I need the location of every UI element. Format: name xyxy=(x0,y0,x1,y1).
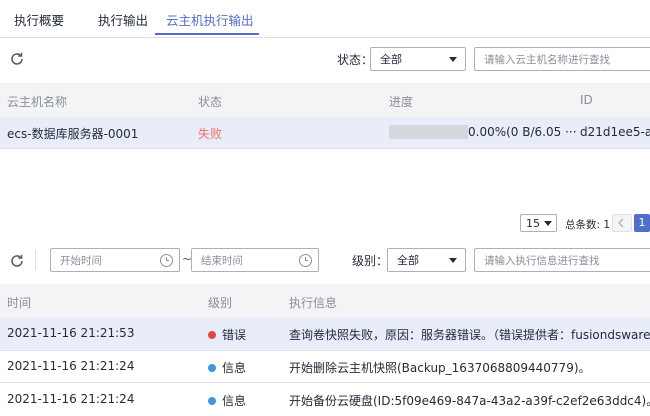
log-time: 2021-11-16 21:21:53 xyxy=(7,326,135,340)
chevron-left-icon xyxy=(618,218,624,228)
level-filter-label: 级别： xyxy=(352,254,389,268)
log-message: 查询卷快照失败，原因：服务器错误。（错误提供者：fusiondswares··· xyxy=(289,328,650,342)
divider xyxy=(35,250,36,270)
info-dot-icon xyxy=(208,396,216,405)
level-filter-value: 全部 xyxy=(397,254,419,267)
log-level: 错误 xyxy=(208,326,246,343)
end-time-input[interactable]: 结束时间 xyxy=(191,248,319,272)
chevron-down-icon xyxy=(544,221,552,226)
refresh-icon[interactable] xyxy=(9,51,25,67)
active-tab-indicator xyxy=(155,33,259,35)
status-filter-label: 状态： xyxy=(337,53,374,67)
column-header: 云主机名称 xyxy=(7,95,68,109)
host-name: ecs-数据库服务器-0001 xyxy=(7,127,139,141)
status-badge: 失败 xyxy=(198,127,223,141)
log-level-text: 错误 xyxy=(222,328,247,342)
status-filter-value: 全部 xyxy=(380,53,402,66)
tab-execution-summary[interactable]: 执行概要 xyxy=(14,10,64,29)
log-message: 开始备份云硬盘(ID:5f09e469-847a-43a2-a39f-c2ef2… xyxy=(289,394,650,408)
info-dot-icon xyxy=(208,363,216,372)
total-count: 总条数: 1 xyxy=(565,219,611,231)
host-table-header: 云主机名称 状态 进度 ID xyxy=(0,83,650,117)
table-row[interactable]: 2021-11-16 21:21:53 错误 查询卷快照失败，原因：服务器错误。… xyxy=(0,318,650,351)
host-id: d21d1ee5-a4a xyxy=(580,125,650,139)
status-filter-select[interactable]: 全部 xyxy=(370,47,466,71)
tab-bar: 执行概要 执行输出 云主机执行输出 xyxy=(0,0,650,38)
chevron-down-icon xyxy=(449,258,457,263)
prev-page-button[interactable] xyxy=(612,214,632,232)
current-page-button[interactable]: 1 xyxy=(634,214,650,232)
log-level: 信息 xyxy=(208,359,246,376)
chevron-down-icon xyxy=(449,57,457,62)
start-time-placeholder: 开始时间 xyxy=(60,254,102,267)
start-time-input[interactable]: 开始时间 xyxy=(50,248,180,272)
clock-icon xyxy=(299,254,312,267)
log-level-text: 信息 xyxy=(222,394,247,408)
progress-bar xyxy=(389,125,468,139)
table-row[interactable]: 2021-11-16 21:21:24 信息 开始备份云硬盘(ID:5f09e4… xyxy=(0,383,650,416)
log-message: 开始删除云主机快照(Backup_1637068809440779)。 xyxy=(289,361,591,375)
refresh-icon[interactable] xyxy=(9,253,25,269)
column-header: 进度 xyxy=(389,95,414,109)
level-filter-select[interactable]: 全部 xyxy=(387,248,466,272)
clock-icon xyxy=(160,254,173,267)
tab-execution-output[interactable]: 执行输出 xyxy=(98,10,148,29)
column-header: 执行信息 xyxy=(289,296,338,310)
table-row[interactable]: ecs-数据库服务器-0001 失败 0.00%(0 B/6.05 ··· d2… xyxy=(0,117,650,149)
log-time: 2021-11-16 21:21:24 xyxy=(7,392,135,406)
end-time-placeholder: 结束时间 xyxy=(201,254,243,267)
log-table-header: 时间 级别 执行信息 xyxy=(0,284,650,318)
column-header: ID xyxy=(580,93,593,107)
column-header: 级别 xyxy=(208,296,233,310)
column-header: 状态 xyxy=(198,95,223,109)
column-header: 时间 xyxy=(7,296,32,310)
log-level: 信息 xyxy=(208,392,246,409)
log-level-text: 信息 xyxy=(222,361,247,375)
host-search-input[interactable]: 请输入云主机名称进行查找 xyxy=(474,47,650,71)
log-time: 2021-11-16 21:21:24 xyxy=(7,359,135,373)
progress-text: 0.00%(0 B/6.05 ··· xyxy=(468,125,577,139)
page-size-value: 15 xyxy=(526,216,540,230)
tab-host-execution-output[interactable]: 云主机执行输出 xyxy=(166,10,254,29)
error-dot-icon xyxy=(208,330,216,339)
page-size-select[interactable]: 15 xyxy=(520,214,557,232)
log-search-input[interactable]: 请输入执行信息进行查找 xyxy=(474,248,650,272)
table-row[interactable]: 2021-11-16 21:21:24 信息 开始删除云主机快照(Backup_… xyxy=(0,351,650,383)
